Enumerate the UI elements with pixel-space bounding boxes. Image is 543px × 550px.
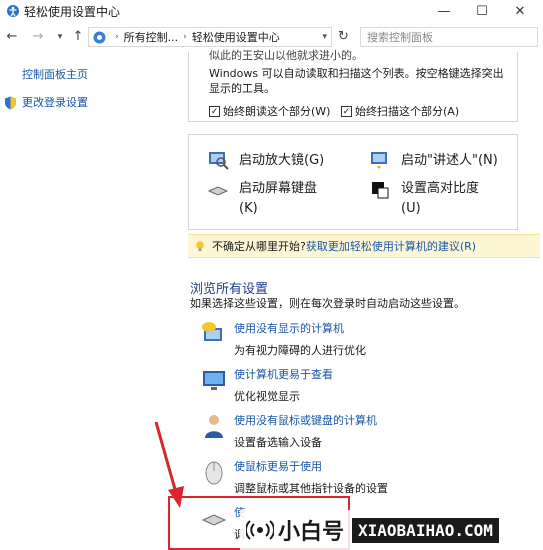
up-arrow-icon[interactable]: ↑: [70, 28, 86, 46]
breadcrumb-current[interactable]: 轻松使用设置中心: [192, 29, 280, 45]
control-panel-icon: [93, 31, 106, 43]
breadcrumb-separator-icon: ›: [115, 32, 119, 42]
close-button[interactable]: ✕: [500, 0, 540, 22]
refresh-icon[interactable]: ↻: [338, 29, 349, 44]
always-read-checkbox[interactable]: ✓ 始终朗读这个部分(W): [209, 103, 330, 119]
item-description: 调整鼠标或其他指针设备的设置: [234, 482, 388, 495]
start-on-screen-keyboard-button[interactable]: 启动屏幕键盘 (K): [207, 179, 317, 219]
get-recommendations-link[interactable]: 获取更加轻松使用计算机的建议(R): [306, 238, 476, 254]
quick-access-panel: 似此的王安山以他就求进小的。 Windows 可以自动读取和扫描这个列表。按空格…: [188, 49, 518, 122]
list-item[interactable]: 使鼠标更易于使用 调整鼠标或其他指针设备的设置: [200, 458, 388, 496]
tool-label-line: 设置高对比度: [401, 181, 480, 196]
suggestion-lead: 不确定从哪里开始?: [212, 240, 306, 253]
high-contrast-icon: [372, 182, 389, 199]
breadcrumb[interactable]: › 所有控制... › 轻松使用设置中心 ▾: [88, 27, 332, 47]
main-content: 似此的王安山以他就求进小的。 Windows 可以自动读取和扫描这个列表。按空格…: [188, 49, 543, 550]
address-dropdown-icon[interactable]: ▾: [322, 32, 327, 42]
item-description: 设置备选输入设备: [234, 436, 322, 449]
checkbox-checked-icon: ✓: [341, 105, 352, 117]
magnifier-icon: [209, 152, 229, 170]
person-input-icon: [205, 415, 223, 438]
maximize-button[interactable]: ☐: [462, 0, 502, 22]
browse-all-settings-description: 如果选择这些设置，则在每次登录时自动启动这些设置。: [190, 297, 465, 310]
quick-access-cut-text: 似此的王安山以他就求进小的。: [209, 49, 363, 62]
breadcrumb-separator-icon: ›: [183, 32, 187, 42]
start-magnifier-button[interactable]: 启动放大镜(G): [207, 149, 324, 171]
lightbulb-icon: [196, 241, 204, 251]
narrator-icon: [371, 152, 387, 169]
search-input[interactable]: 搜索控制面板: [360, 27, 538, 47]
title-bar: 轻松使用设置中心 — ☐ ✕: [0, 0, 543, 22]
tool-label-line: (K): [239, 201, 258, 216]
list-item[interactable]: 使计算机更易于查看 优化视觉显示: [200, 366, 333, 404]
tool-label-line: 启动屏幕键盘: [239, 181, 318, 196]
keyboard-icon: [207, 186, 229, 196]
speech-display-icon: [202, 322, 222, 341]
tool-label: 设置高对比度 (U): [401, 179, 479, 219]
tool-label-line: (U): [401, 201, 421, 216]
quick-access-description: Windows 可以自动读取和扫描这个列表。按空格键选择突出显示的工具。: [209, 67, 504, 95]
list-item[interactable]: 使用没有鼠标或键盘的计算机 设置备选输入设备: [200, 412, 377, 450]
watermark: 小白号 XIAOBAIHAO.COM: [240, 510, 543, 550]
checkbox-label: 始终朗读这个部分(W): [223, 105, 331, 118]
list-item[interactable]: 使用没有显示的计算机 为有视力障碍的人进行优化: [200, 320, 366, 358]
change-login-settings-link[interactable]: 更改登录设置: [22, 94, 88, 110]
breadcrumb-root[interactable]: 所有控制...: [124, 29, 179, 45]
set-high-contrast-button[interactable]: 设置高对比度 (U): [369, 179, 479, 219]
item-title-link[interactable]: 使计算机更易于查看: [234, 366, 333, 382]
watermark-cn: 小白号: [278, 520, 345, 545]
tool-label: 启动"讲述人"(N): [401, 153, 498, 168]
item-title-link[interactable]: 使用没有显示的计算机: [234, 320, 366, 336]
shield-icon: [5, 96, 16, 110]
recent-locations-chevron-icon[interactable]: ▾: [52, 28, 68, 46]
suggestion-bar: 不确定从哪里开始? 获取更加轻松使用计算机的建议(R): [188, 234, 540, 258]
item-title-link[interactable]: 使用没有鼠标或键盘的计算机: [234, 412, 377, 428]
minimize-button[interactable]: —: [424, 0, 464, 22]
mouse-icon: [205, 461, 223, 485]
item-title-link[interactable]: 使鼠标更易于使用: [234, 458, 388, 474]
forward-arrow-icon[interactable]: →: [30, 28, 46, 46]
window-title: 轻松使用设置中心: [24, 5, 121, 19]
item-description: 为有视力障碍的人进行优化: [234, 344, 366, 357]
common-tools-panel: 启动放大镜(G) 启动"讲述人"(N) 启动屏幕键盘 (K) 设置高对比度 (U…: [188, 134, 518, 230]
checkbox-checked-icon: ✓: [209, 105, 220, 117]
tool-label: 启动放大镜(G): [239, 153, 325, 168]
back-arrow-icon[interactable]: ←: [4, 28, 20, 46]
control-panel-home-link[interactable]: 控制面板主页: [22, 66, 88, 82]
checkbox-label: 始终扫描这个部分(A): [355, 105, 460, 118]
item-description: 优化视觉显示: [234, 390, 300, 403]
start-narrator-button[interactable]: 启动"讲述人"(N): [369, 149, 498, 171]
ease-of-access-icon: [7, 5, 19, 17]
display-icon: [203, 371, 225, 390]
broadcast-logo-icon: [246, 520, 274, 540]
always-scan-checkbox[interactable]: ✓ 始终扫描这个部分(A): [341, 103, 459, 119]
tool-label: 启动屏幕键盘 (K): [239, 179, 317, 219]
watermark-en: XIAOBAIHAO.COM: [352, 517, 499, 543]
